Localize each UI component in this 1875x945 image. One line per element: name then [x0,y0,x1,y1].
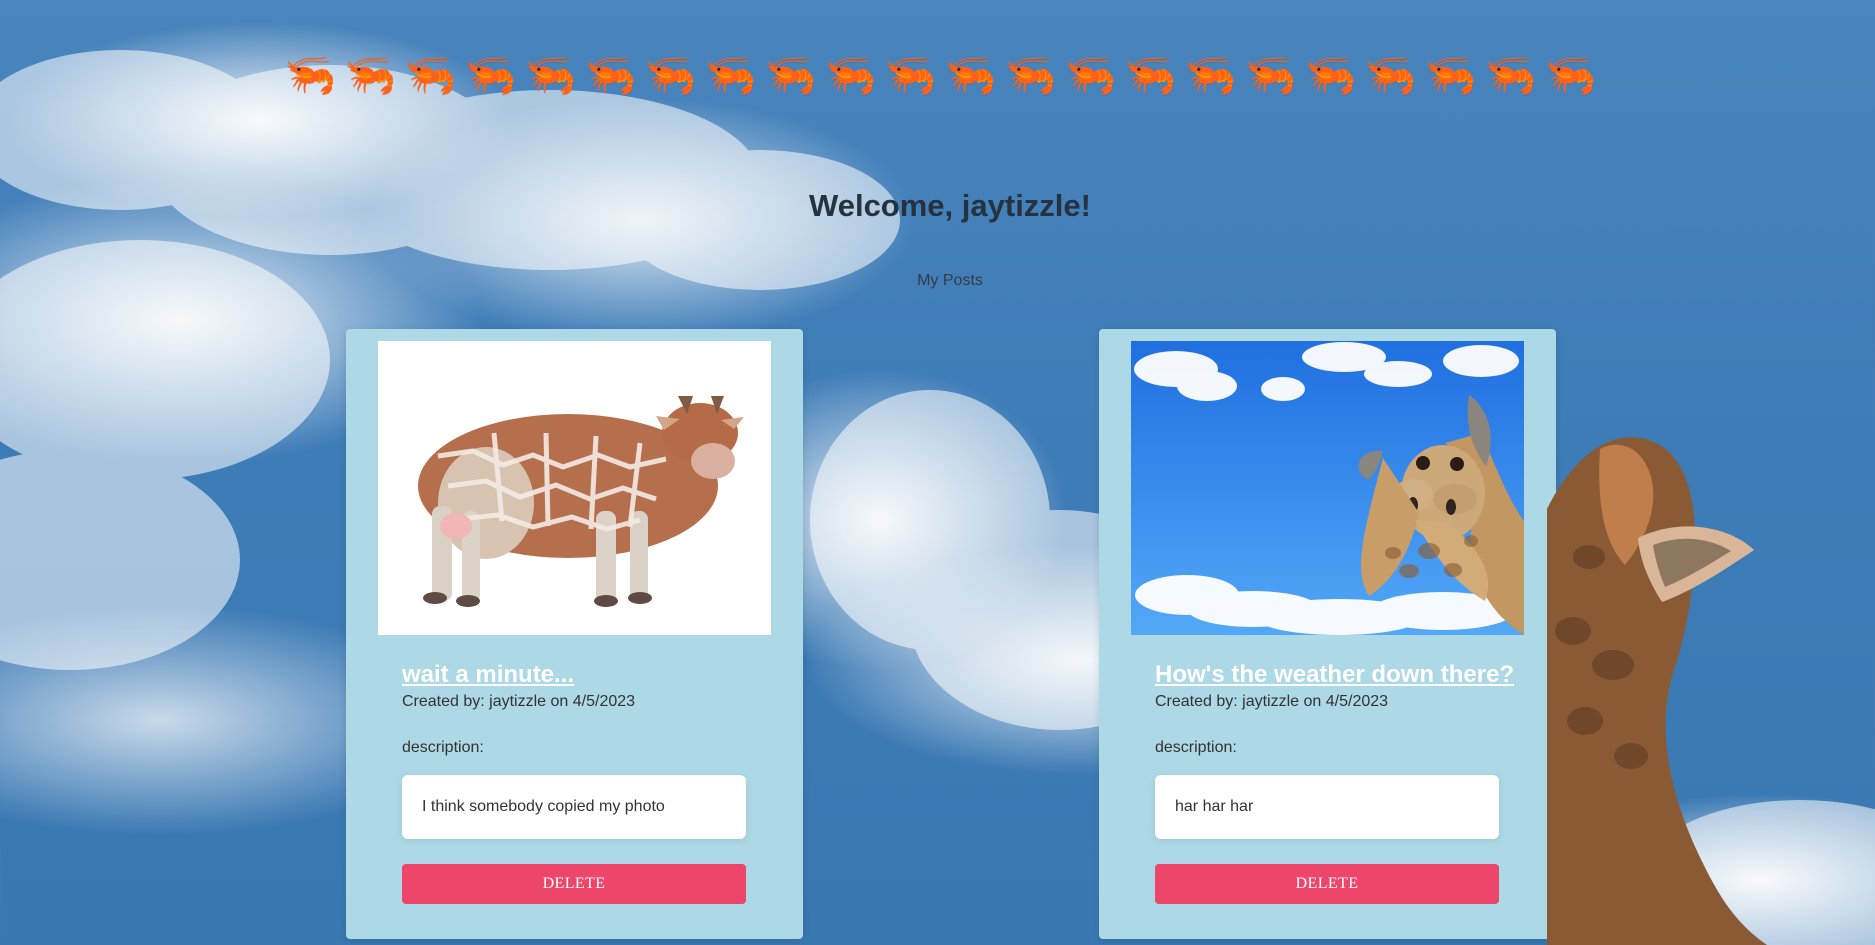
shrimp-icon: 🦐 [1424,51,1477,98]
my-posts-label: My Posts [917,272,983,289]
shrimp-icon: 🦐 [344,51,397,98]
shrimp-icon: 🦐 [1064,51,1117,98]
shrimp-icon: 🦐 [524,51,577,98]
giraffe-sky-photo [1131,341,1524,635]
post-meta: Created by: jaytizzle on 4/5/2023 [1155,693,1389,710]
shrimp-icon: 🦐 [1124,51,1177,98]
shrimp-emoji-row: 🦐 🦐 🦐 🦐 🦐 🦐 🦐 🦐 🦐 🦐 🦐 🦐 🦐 🦐 🦐 🦐 🦐 🦐 🦐 🦐 … [284,51,1597,98]
delete-button[interactable]: DELETE [402,864,746,904]
shrimp-icon: 🦐 [824,51,877,98]
giraffe-cow-illustration [378,341,771,635]
shrimp-icon: 🦐 [644,51,697,98]
shrimp-icon: 🦐 [464,51,517,98]
shrimp-icon: 🦐 [1544,51,1597,98]
post-description: I think somebody copied my photo [402,775,746,839]
sky-background [0,50,1875,945]
shrimp-icon: 🦐 [584,51,637,98]
shrimp-icon: 🦐 [1244,51,1297,98]
post-title-link[interactable]: How's the weather down there? [1155,661,1514,689]
post-image [1131,341,1524,635]
shrimp-icon: 🦐 [1364,51,1417,98]
shrimp-icon: 🦐 [764,51,817,98]
description-label: description: [402,739,484,756]
post-card: wait a minute... Created by: jaytizzle o… [346,329,803,939]
post-image [378,341,771,635]
shrimp-icon: 🦐 [944,51,997,98]
shrimp-icon: 🦐 [1484,51,1537,98]
shrimp-icon: 🦐 [1304,51,1357,98]
shrimp-icon: 🦐 [884,51,937,98]
post-meta: Created by: jaytizzle on 4/5/2023 [402,693,636,710]
post-description: har har har [1155,775,1499,839]
giraffe-background-image [1547,437,1767,945]
shrimp-icon: 🦐 [284,51,337,98]
post-title-link[interactable]: wait a minute... [402,661,574,689]
welcome-heading: Welcome, jaytizzle! [809,188,1091,223]
shrimp-icon: 🦐 [704,51,757,98]
shrimp-icon: 🦐 [1184,51,1237,98]
shrimp-icon: 🦐 [404,51,457,98]
shrimp-icon: 🦐 [1004,51,1057,98]
post-card: How's the weather down there? Created by… [1099,329,1556,939]
description-label: description: [1155,739,1237,756]
delete-button[interactable]: DELETE [1155,864,1499,904]
